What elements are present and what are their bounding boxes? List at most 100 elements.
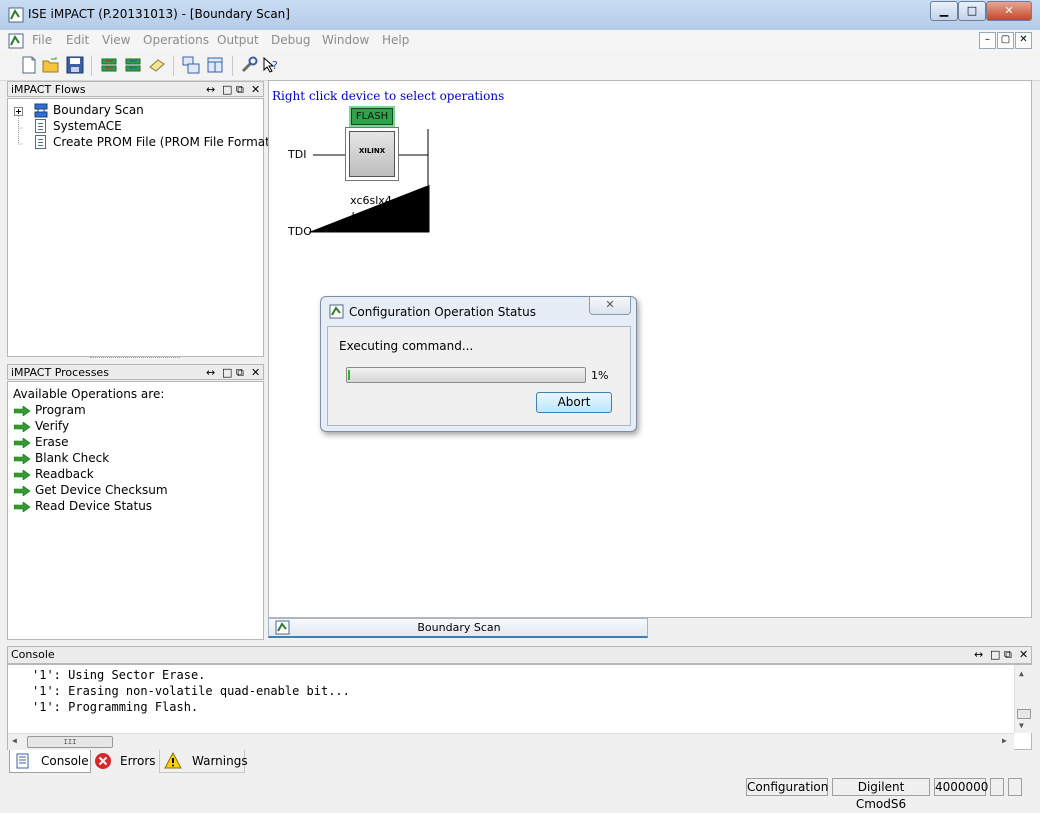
status-speed: 4000000 (934, 778, 989, 796)
panel-dock-icon[interactable]: ↔ (974, 647, 983, 662)
tdi-label: TDI (288, 148, 307, 161)
progress-percent: 1% (591, 369, 609, 382)
mdi-restore-button[interactable]: ▢ (997, 32, 1014, 49)
window-minimize-button[interactable]: ▁ (930, 1, 958, 21)
flows-panel: Boundary Scan SystemACE Create PROM File… (7, 98, 281, 357)
console-icon (16, 753, 29, 769)
operation-program[interactable]: Program (35, 403, 86, 417)
operation-read-device-status[interactable]: Read Device Status (35, 499, 152, 513)
progress-bar (346, 367, 586, 383)
cascade-icon[interactable] (182, 56, 200, 74)
new-icon[interactable] (20, 56, 38, 74)
tab-console-label: Console (41, 754, 89, 768)
xilinx-device-chip[interactable]: XILINX (349, 131, 395, 177)
xilinx-logo: XILINX (358, 147, 386, 155)
menu-edit[interactable]: Edit (66, 33, 89, 47)
tile-icon[interactable] (206, 56, 224, 74)
panel-close-icon[interactable]: ✕ (1019, 647, 1028, 662)
console-line: '1': Programming Flash. (32, 700, 199, 714)
impact-app-icon (8, 7, 24, 23)
green-arrow-icon (14, 406, 30, 416)
green-arrow-icon (14, 422, 30, 432)
processes-panel: Available Operations are: Program Verify E… (7, 381, 264, 640)
green-arrow-icon (14, 502, 30, 512)
window-title: ISE iMPACT (P.20131013) - [Boundary Scan… (28, 7, 290, 21)
panel-dock-icon[interactable]: ↔ (206, 365, 215, 380)
open-icon[interactable] (42, 56, 60, 74)
tab-warnings[interactable]: Warnings (159, 750, 248, 773)
toolbar-separator (232, 56, 233, 76)
identify-chain-icon[interactable] (124, 56, 142, 74)
menu-debug[interactable]: Debug (271, 33, 310, 47)
panel-restore-icon[interactable]: ⧉ (236, 82, 244, 97)
flow-item-create-prom-file[interactable]: Create PROM File (PROM File Format... (53, 135, 281, 149)
panel-float-icon[interactable]: □ (990, 647, 1000, 662)
menu-file[interactable]: File (32, 33, 52, 47)
flash-device[interactable]: FLASH (351, 108, 393, 125)
scroll-up-icon[interactable]: ▲ (1019, 669, 1024, 678)
splitter-handle[interactable] (90, 357, 180, 361)
console-horizontal-scrollbar[interactable]: ◀ III ▶ (8, 733, 1014, 750)
flow-item-systemace[interactable]: SystemACE (53, 119, 122, 133)
chain-icon (34, 103, 48, 118)
abort-button[interactable]: Abort (536, 392, 612, 413)
dialog-message: Executing command... (339, 339, 474, 353)
operation-readback[interactable]: Readback (35, 467, 94, 481)
console-output[interactable]: '1': Using Sector Erase. '1': Erasing no… (7, 664, 1032, 750)
tab-console[interactable]: Console (9, 750, 91, 773)
dialog-app-icon (329, 304, 344, 319)
dialog-title: Configuration Operation Status (349, 305, 536, 319)
erase-icon[interactable] (148, 56, 166, 74)
scroll-down-icon[interactable]: ▼ (1019, 721, 1024, 730)
flow-item-boundary-scan[interactable]: Boundary Scan (53, 103, 144, 117)
window-maximize-button[interactable]: □ (958, 1, 986, 21)
dialog-body: Executing command... 1% Abort (327, 326, 631, 426)
console-line: '1': Using Sector Erase. (32, 668, 206, 682)
error-icon (95, 753, 111, 769)
menu-operations[interactable]: Operations (143, 33, 209, 47)
scroll-left-icon[interactable]: ◀ (12, 736, 17, 745)
tab-errors-label: Errors (120, 754, 156, 768)
tdo-label: TDO (288, 225, 312, 238)
save-icon[interactable] (66, 56, 84, 74)
svg-text:?: ? (272, 59, 278, 72)
mdi-close-button[interactable]: ✕ (1015, 32, 1032, 49)
panel-float-icon[interactable]: □ (222, 82, 232, 97)
operation-verify[interactable]: Verify (35, 419, 69, 433)
settings-wrench-icon[interactable] (240, 56, 258, 74)
tab-errors[interactable]: Errors (91, 750, 157, 772)
menu-help[interactable]: Help (382, 33, 409, 47)
menu-window[interactable]: Window (322, 33, 369, 47)
window-close-button[interactable]: ✕ (986, 1, 1032, 21)
operation-blank-check[interactable]: Blank Check (35, 451, 109, 465)
operation-erase[interactable]: Erase (35, 435, 69, 449)
flows-panel-header: iMPACT Flows ↔ □ ⧉ ✕ (7, 81, 264, 97)
configuration-status-dialog: Configuration Operation Status ✕ Executi… (320, 296, 637, 432)
dialog-close-button[interactable]: ✕ (589, 297, 631, 315)
mdi-minimize-button[interactable]: – (979, 32, 996, 49)
initialize-chain-icon[interactable] (100, 56, 118, 74)
hscroll-thumb[interactable]: III (27, 736, 113, 748)
menu-view[interactable]: View (102, 33, 130, 47)
scroll-thumb[interactable] (1017, 709, 1031, 719)
menu-output[interactable]: Output (217, 33, 259, 47)
toolbar-separator (91, 56, 92, 76)
help-whatsthis-icon[interactable]: ? (262, 56, 280, 74)
panel-restore-icon[interactable]: ⧉ (236, 365, 244, 380)
scroll-right-icon[interactable]: ▶ (1002, 736, 1007, 745)
panel-close-icon[interactable]: ✕ (251, 82, 260, 97)
window-titlebar[interactable]: ISE iMPACT (P.20131013) - [Boundary Scan… (0, 0, 1040, 31)
device-mode: bypass (351, 210, 391, 223)
panel-dock-icon[interactable]: ↔ (206, 82, 215, 97)
console-vertical-scrollbar[interactable]: ▲ ▼ (1014, 665, 1032, 733)
panel-restore-icon[interactable]: ⧉ (1004, 647, 1012, 662)
progress-bar-fill (348, 370, 350, 380)
device-name: xc6slx4 (350, 194, 392, 207)
operation-get-device-checksum[interactable]: Get Device Checksum (35, 483, 168, 497)
tab-boundary-scan[interactable]: Boundary Scan (268, 618, 648, 638)
status-empty-box (1008, 778, 1022, 796)
tab-warnings-label: Warnings (192, 754, 248, 768)
panel-close-icon[interactable]: ✕ (251, 365, 260, 380)
green-arrow-icon (14, 438, 30, 448)
panel-float-icon[interactable]: □ (222, 365, 232, 380)
